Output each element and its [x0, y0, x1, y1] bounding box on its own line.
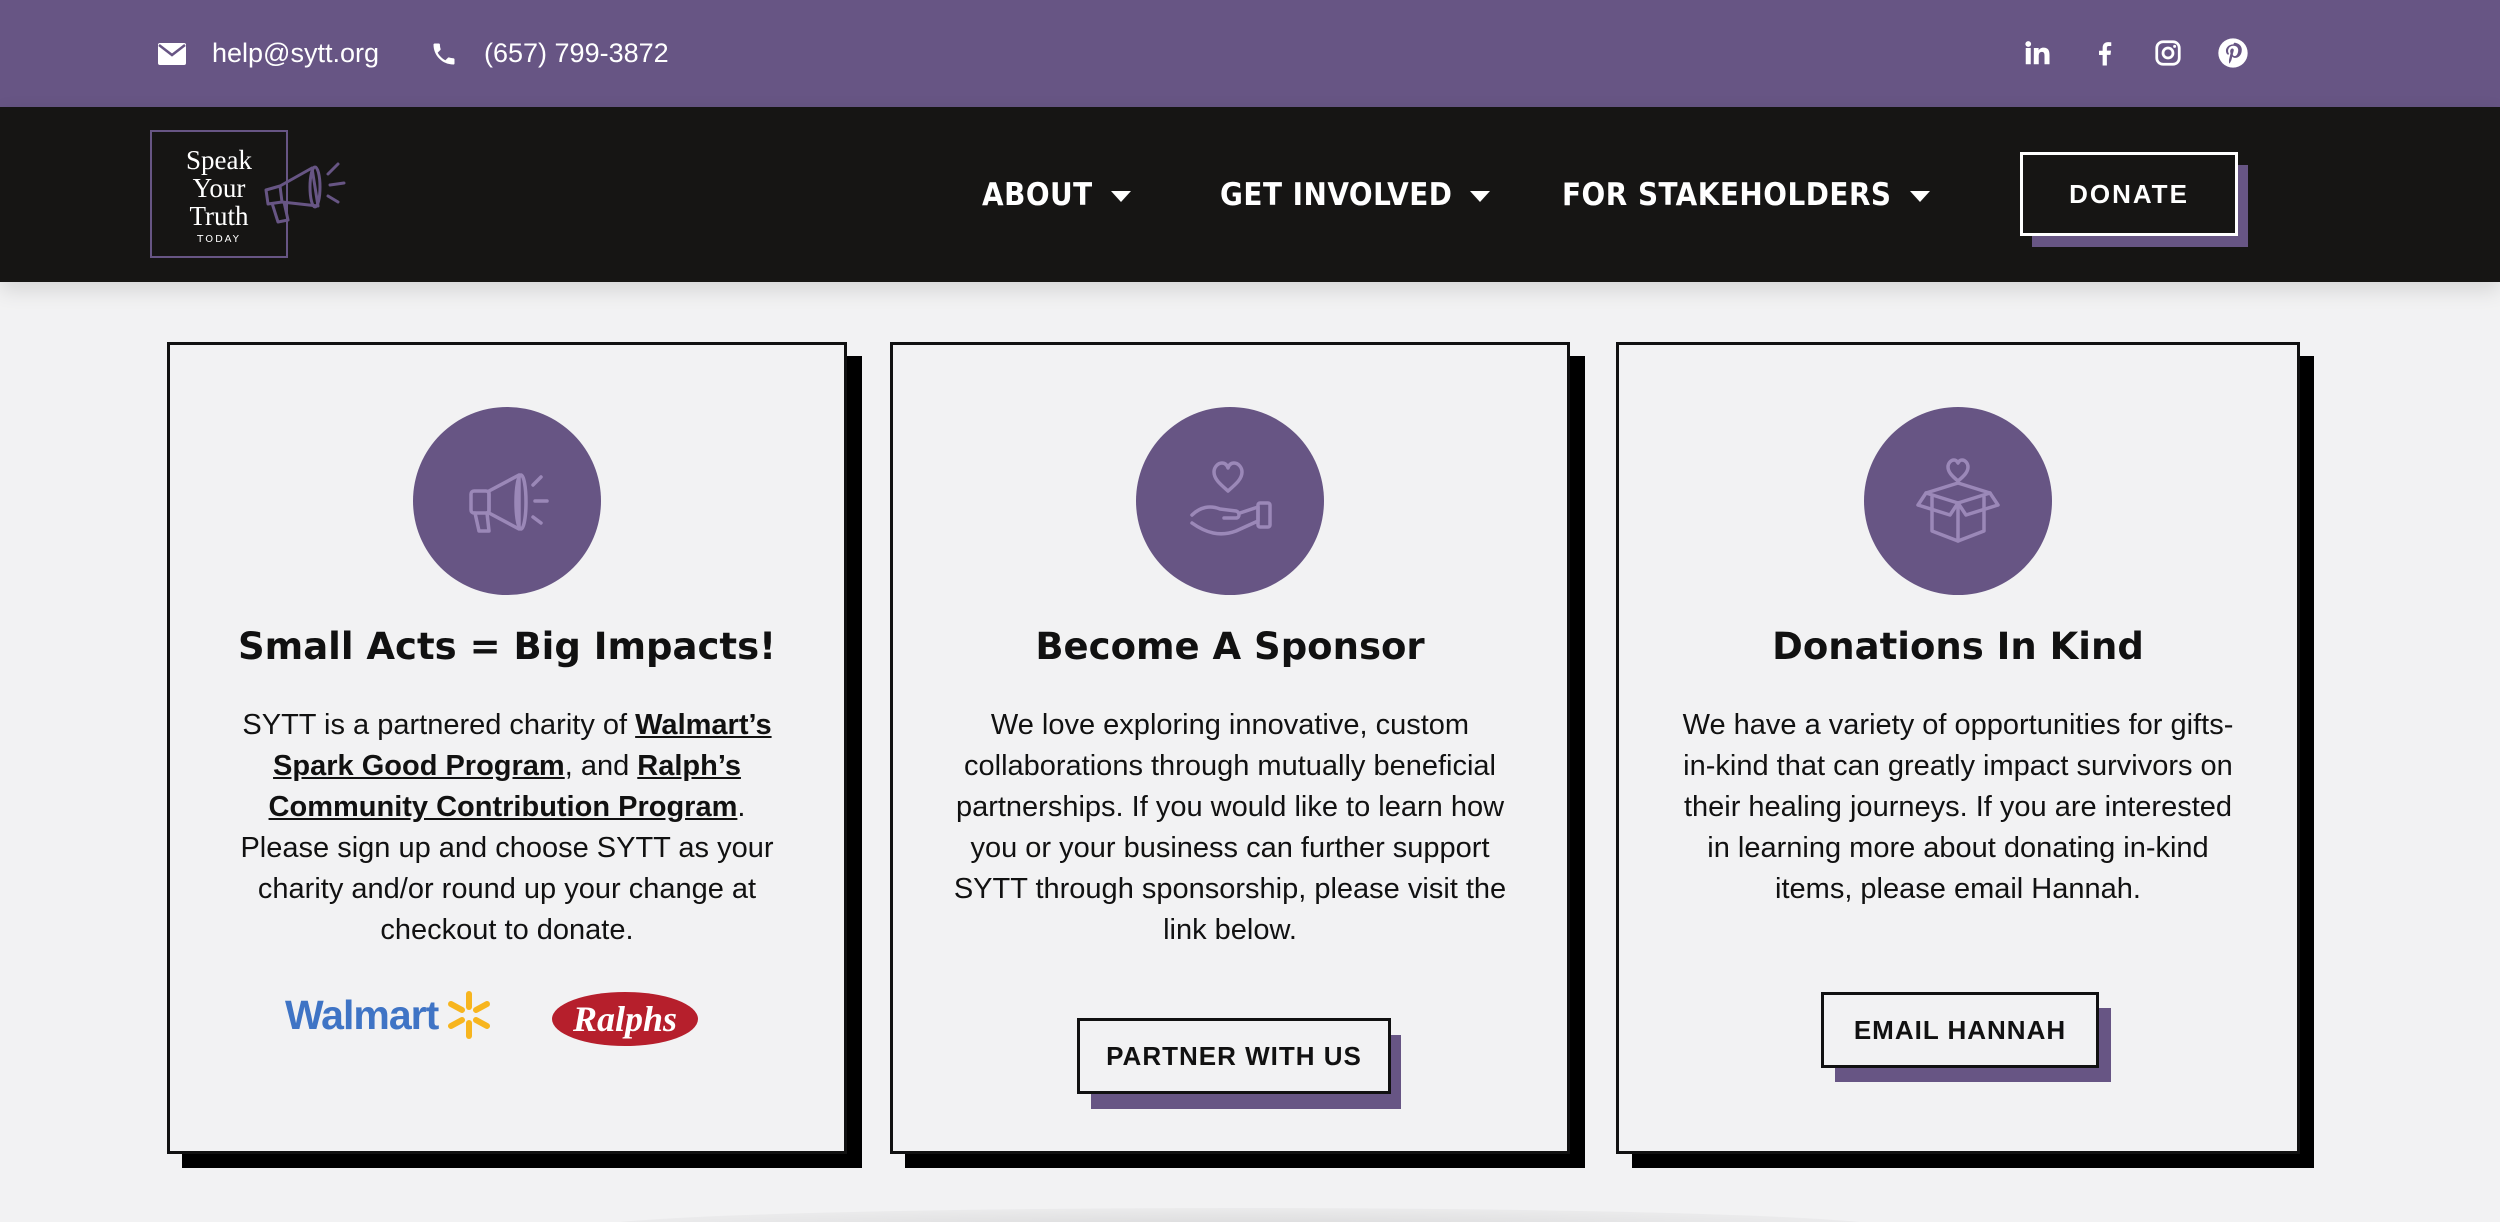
section-shadow: [590, 1208, 1890, 1222]
instagram-icon[interactable]: [2151, 36, 2185, 70]
card-become-sponsor: Become A Sponsor We love exploring innov…: [890, 342, 1570, 1154]
nav-about[interactable]: ABOUT: [982, 170, 1131, 220]
card-icon-circle: [413, 407, 601, 595]
donate-button[interactable]: DONATE: [2020, 152, 2238, 236]
card-donations-in-kind: Donations In Kind We have a variety of o…: [1616, 342, 2300, 1154]
logo-today: TODAY: [197, 234, 241, 245]
nav-for-stakeholders[interactable]: FOR STAKEHOLDERS: [1562, 170, 1930, 220]
email-text: help@sytt.org: [212, 38, 379, 68]
phone-text: (657) 799-3872: [484, 38, 669, 68]
card-icon-circle: [1864, 407, 2052, 595]
heart-hand-icon: [1190, 461, 1272, 536]
card-body: We have a variety of opportunities for g…: [1682, 709, 2234, 905]
card-body: We love exploring innovative, custom col…: [953, 709, 1507, 946]
walmart-logo[interactable]: Walmart: [285, 990, 494, 1040]
ralphs-logo[interactable]: Ralphs: [552, 992, 698, 1046]
email-link[interactable]: help@sytt.org: [158, 0, 379, 107]
card-icon-circle: [1136, 407, 1324, 595]
envelope-icon: [158, 42, 186, 65]
pinterest-icon[interactable]: [2216, 36, 2250, 70]
card-title: Small Acts = Big Impacts!: [238, 625, 776, 668]
top-bar: help@sytt.org (657) 799-3872: [0, 0, 2500, 107]
gift-box-icon: [1916, 458, 2000, 543]
chevron-down-icon: [1110, 191, 1131, 202]
linkedin-icon[interactable]: [2020, 36, 2054, 70]
facebook-icon[interactable]: [2088, 36, 2122, 70]
partner-with-us-button[interactable]: PARTNER WITH US: [1077, 1018, 1391, 1094]
megaphone-icon: [264, 162, 346, 224]
phone-icon: [433, 43, 455, 64]
card-title: Become A Sponsor: [1035, 625, 1425, 668]
card-body: SYTT is a partnered charity of Walmart’s…: [240, 709, 774, 946]
nav-get-involved[interactable]: GET INVOLVED: [1220, 170, 1491, 220]
megaphone-icon: [469, 473, 549, 533]
chevron-down-icon: [1470, 191, 1491, 202]
site-logo[interactable]: Speak Your Truth TODAY: [150, 130, 350, 260]
card-small-acts: Small Acts = Big Impacts! SYTT is a part…: [167, 342, 847, 1154]
card-title: Donations In Kind: [1772, 625, 2144, 668]
walmart-spark-icon: [448, 991, 491, 1039]
chevron-down-icon: [1909, 191, 1930, 202]
phone-link[interactable]: (657) 799-3872: [430, 0, 669, 107]
email-hannah-button[interactable]: EMAIL HANNAH: [1821, 992, 2099, 1068]
